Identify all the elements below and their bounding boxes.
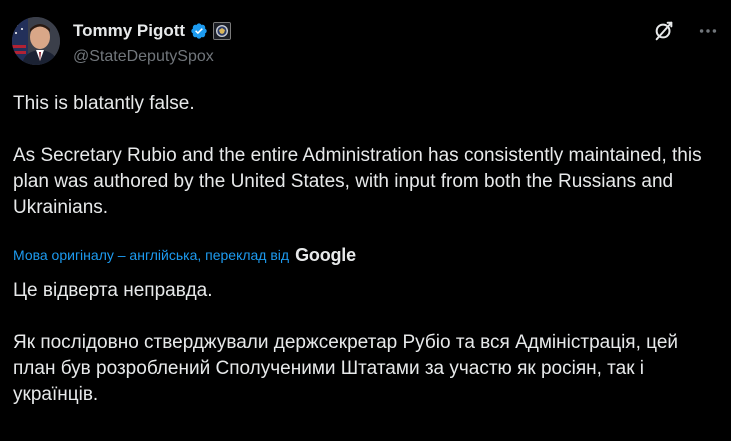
display-name[interactable]: Tommy Pigott bbox=[73, 20, 185, 42]
more-icon[interactable] bbox=[697, 20, 719, 42]
name-row: Tommy Pigott bbox=[73, 20, 232, 42]
avatar[interactable] bbox=[12, 17, 60, 65]
state-department-seal-icon[interactable] bbox=[213, 22, 232, 40]
avatar-image bbox=[12, 17, 60, 65]
translation-note[interactable]: Мова оригіналу – англійська, переклад ві… bbox=[13, 243, 356, 267]
handle[interactable]: @StateDeputySpox bbox=[73, 46, 231, 68]
tweet-original-text: This is blatantly false. As Secretary Ru… bbox=[13, 93, 702, 218]
google-logo: Google bbox=[295, 244, 356, 265]
grok-icon[interactable] bbox=[653, 20, 675, 42]
verified-icon[interactable] bbox=[190, 22, 208, 40]
tweet-actions bbox=[653, 20, 719, 42]
author-block: Tommy Pigott @StateDeputySpox bbox=[73, 20, 232, 68]
tweet-translated-text: Це відверта неправда. Як послідовно стве… bbox=[13, 280, 678, 405]
tweet: Tommy Pigott @StateDeputySpox This is bl… bbox=[0, 0, 731, 441]
translation-note-label[interactable]: Мова оригіналу – англійська, переклад ві… bbox=[13, 247, 289, 263]
